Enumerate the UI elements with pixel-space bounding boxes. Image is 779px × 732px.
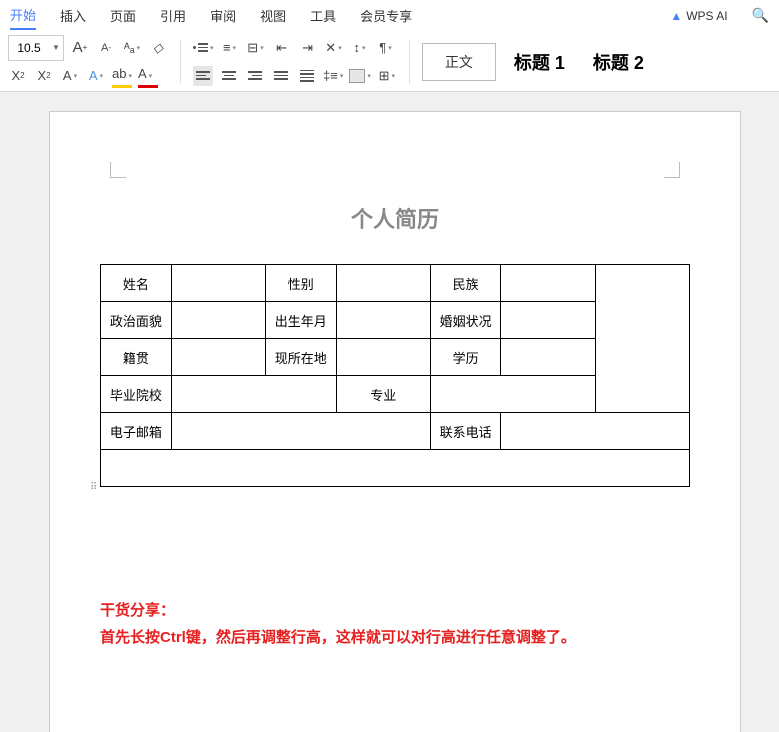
table-row: 姓名 性别 民族 [101, 265, 690, 302]
style-body[interactable]: 正文 [422, 43, 496, 81]
cell-location-label[interactable]: 现所在地 [265, 339, 336, 376]
menu-tools[interactable]: 工具 [310, 2, 336, 29]
align-right-button[interactable] [245, 66, 265, 86]
cell-birth-value[interactable] [336, 302, 430, 339]
search-icon[interactable]: 🔍 [752, 7, 769, 24]
fontsize-combo[interactable]: 10.5 ▼ [8, 35, 64, 61]
cell-school-value[interactable] [171, 376, 336, 413]
borders-button[interactable]: ⊞▾ [377, 66, 397, 86]
tip-block[interactable]: 干货分享： 首先长按Ctrl键，然后再调整行高，这样就可以对行高进行任意调整了。 [100, 597, 690, 651]
separator [409, 40, 410, 84]
fontsize-value[interactable]: 10.5 [9, 41, 49, 55]
cell-name-label[interactable]: 姓名 [101, 265, 172, 302]
table-row: 电子邮箱 联系电话 [101, 413, 690, 450]
cell-name-value[interactable] [171, 265, 265, 302]
cell-gender-label[interactable]: 性别 [265, 265, 336, 302]
cell-education-label[interactable]: 学历 [430, 339, 501, 376]
text-direction-button[interactable]: ✕▾ [324, 38, 344, 58]
page[interactable]: 个人简历 姓名 性别 民族 政治面貌 出生年月 婚姻状况 籍贯 [50, 112, 740, 732]
grow-font-button[interactable]: A+ [70, 38, 90, 58]
menu-review[interactable]: 审阅 [210, 2, 236, 29]
resume-table[interactable]: 姓名 性别 民族 政治面貌 出生年月 婚姻状况 籍贯 现所在地 [100, 264, 690, 487]
font-color-button[interactable]: A▾ [138, 66, 158, 86]
multilevel-button[interactable]: ⊟▾ [246, 38, 266, 58]
separator [180, 40, 181, 84]
cell-marriage-label[interactable]: 婚姻状况 [430, 302, 501, 339]
wps-ai-button[interactable]: ▲WPS AI [670, 9, 727, 23]
cell-origin-value[interactable] [171, 339, 265, 376]
cell-location-value[interactable] [336, 339, 430, 376]
clear-format-button[interactable]: ◇ [148, 38, 168, 58]
sort-button[interactable]: ↕▾ [350, 38, 370, 58]
cell-birth-label[interactable]: 出生年月 [265, 302, 336, 339]
cell-email-label[interactable]: 电子邮箱 [101, 413, 172, 450]
superscript-button[interactable]: X2 [8, 66, 28, 86]
show-marks-button[interactable]: ¶▾ [376, 38, 396, 58]
shading-button[interactable]: ▾ [349, 66, 371, 86]
table-drag-handle-icon[interactable]: ⠿ [90, 482, 98, 493]
style-heading2[interactable]: 标题 2 [583, 41, 654, 83]
menu-bar: 开始 插入 页面 引用 审阅 视图 工具 会员专享 ▲WPS AI 🔍 [0, 0, 779, 32]
align-justify-button[interactable] [271, 66, 291, 86]
bullets-button[interactable]: ▾ [193, 38, 214, 58]
cell-gender-value[interactable] [336, 265, 430, 302]
document-canvas[interactable]: 个人简历 姓名 性别 民族 政治面貌 出生年月 婚姻状况 籍贯 [0, 92, 779, 732]
cell-notes[interactable] [101, 450, 690, 487]
cell-education-value[interactable] [501, 339, 595, 376]
menu-reference[interactable]: 引用 [160, 2, 186, 29]
menu-start[interactable]: 开始 [10, 1, 36, 30]
menu-page[interactable]: 页面 [110, 2, 136, 29]
numbering-button[interactable]: ≡▾ [220, 38, 240, 58]
cell-politics-value[interactable] [171, 302, 265, 339]
align-distribute-button[interactable] [297, 66, 317, 86]
menu-insert[interactable]: 插入 [60, 2, 86, 29]
cell-major-label[interactable]: 专业 [336, 376, 430, 413]
cell-school-label[interactable]: 毕业院校 [101, 376, 172, 413]
menu-view[interactable]: 视图 [260, 2, 286, 29]
shrink-font-button[interactable]: A- [96, 38, 116, 58]
increase-indent-button[interactable]: ⇥ [298, 38, 318, 58]
align-left-button[interactable] [193, 66, 213, 86]
cell-email-value[interactable] [171, 413, 430, 450]
ribbon-toolbar: 10.5 ▼ A+ A- ᴬₐ▾ ◇ X2 X2 A▾ A▾ ab▾ A▾ ▾ … [0, 32, 779, 92]
cell-marriage-value[interactable] [501, 302, 595, 339]
tip-title: 干货分享： [100, 597, 690, 624]
document-title[interactable]: 个人简历 [100, 202, 690, 234]
decrease-indent-button[interactable]: ⇤ [272, 38, 292, 58]
menu-vip[interactable]: 会员专享 [360, 2, 412, 29]
cell-ethnic-label[interactable]: 民族 [430, 265, 501, 302]
crop-mark-tl [110, 162, 126, 178]
cell-phone-label[interactable]: 联系电话 [430, 413, 501, 450]
style-heading1[interactable]: 标题 1 [504, 41, 575, 83]
cell-ethnic-value[interactable] [501, 265, 595, 302]
subscript-button[interactable]: X2 [34, 66, 54, 86]
cell-major-value[interactable] [430, 376, 595, 413]
change-case-button[interactable]: ᴬₐ▾ [122, 38, 142, 58]
cell-origin-label[interactable]: 籍贯 [101, 339, 172, 376]
table-row [101, 450, 690, 487]
crop-mark-tr [664, 162, 680, 178]
wps-ai-icon: ▲ [670, 9, 682, 23]
cell-phone-value[interactable] [501, 413, 690, 450]
highlight-button[interactable]: ab▾ [112, 66, 132, 86]
fontsize-dropdown-icon[interactable]: ▼ [49, 43, 63, 52]
text-effects-button[interactable]: A▾ [86, 66, 106, 86]
cell-photo[interactable] [595, 265, 689, 413]
line-spacing-button[interactable]: ‡≡▾ [323, 66, 343, 86]
char-spacing-button[interactable]: A▾ [60, 66, 80, 86]
tip-body: 首先长按Ctrl键，然后再调整行高，这样就可以对行高进行任意调整了。 [100, 624, 690, 651]
align-center-button[interactable] [219, 66, 239, 86]
cell-politics-label[interactable]: 政治面貌 [101, 302, 172, 339]
